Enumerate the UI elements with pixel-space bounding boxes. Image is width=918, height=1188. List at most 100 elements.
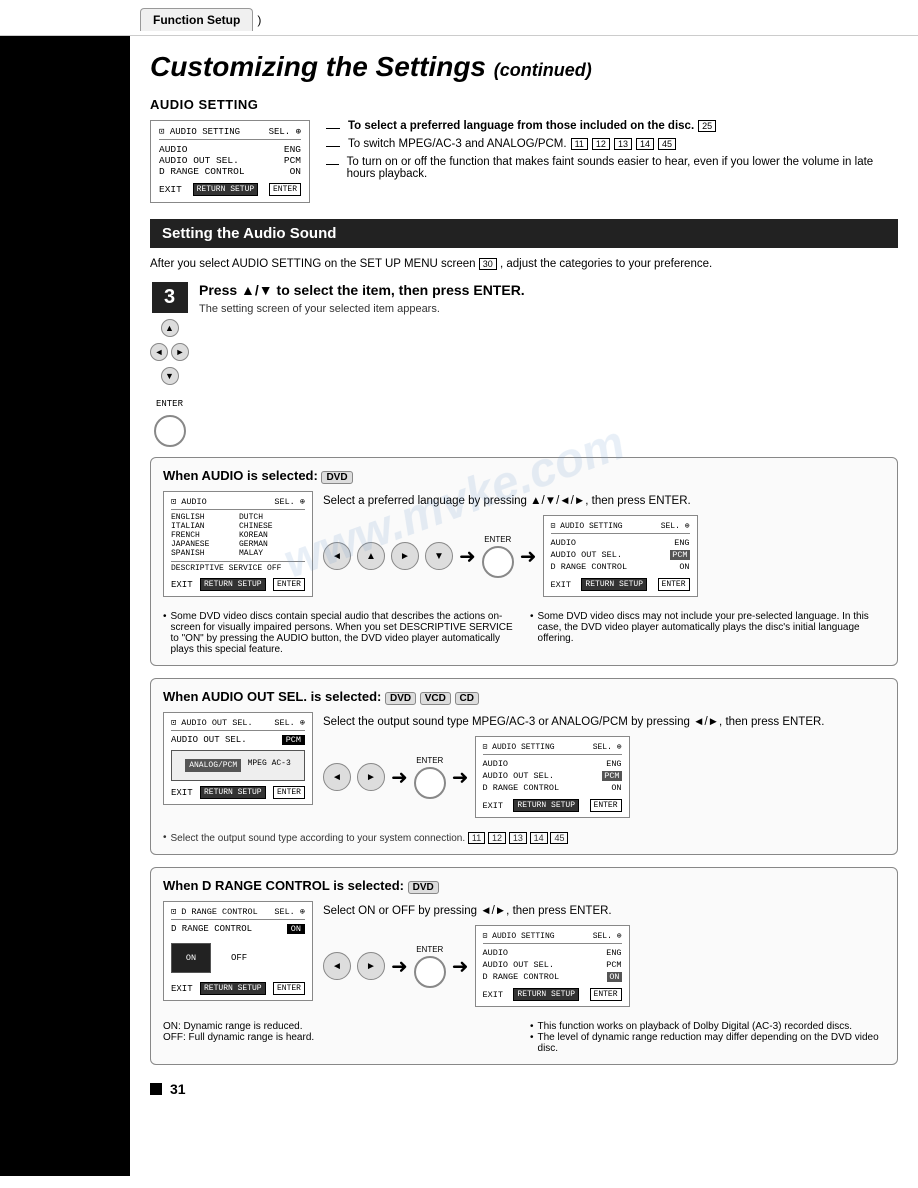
dr-arrow-flow: ◄ ► ➜ ENTER ➜ ⊡ AUDIO SETTING SEL. ⊕	[323, 925, 885, 1007]
language-list: ENGLISH ITALIAN FRENCH JAPANESE SPANISH …	[171, 513, 305, 558]
dr-enter-circle[interactable]	[414, 956, 446, 988]
screen-title-row: ⊡ AUDIO SETTING SEL. ⊕	[159, 127, 301, 140]
step-number-box: 3	[152, 282, 188, 313]
analog-mpeg-box: ANALOG/PCM MPEG AC-3	[171, 750, 305, 781]
enter-btn[interactable]: ENTER	[269, 183, 301, 196]
step-sub: The setting screen of your selected item…	[199, 303, 898, 315]
dr-rs-enter-btn[interactable]: ENTER	[590, 988, 622, 1001]
arrow-flow: ◄ ▲ ► ▼ ➜ ENTER ➜ ⊡ AUDIO SE	[323, 515, 885, 597]
screen-row-audio: AUDIO ENG	[159, 144, 301, 155]
ao-return-btn[interactable]: RETURN SETUP	[200, 786, 266, 799]
dvd-badge-drange: DVD	[408, 881, 439, 894]
ao-exit: EXIT RETURN SETUP ENTER	[171, 786, 305, 799]
nav-right-btn[interactable]: ►	[171, 343, 189, 361]
ao-arrow2: ➜	[452, 765, 469, 790]
when-audio-panel: When AUDIO is selected: DVD ⊡ AUDIO SEL.…	[150, 457, 898, 666]
nav-down-btn[interactable]: ▼	[161, 367, 179, 385]
dr-note-right: • This function works on playback of Dol…	[530, 1021, 885, 1054]
ao-rs-row1: AUDIO ENG	[483, 758, 622, 770]
step-content: Press ▲/▼ to select the item, then press…	[199, 282, 898, 315]
flow-down-btn[interactable]: ▼	[425, 542, 453, 570]
breadcrumb-tab[interactable]: Function Setup	[140, 8, 253, 31]
on-off-row: ON OFF	[171, 939, 305, 977]
dr-rs-title: ⊡ AUDIO SETTING SEL. ⊕	[483, 931, 622, 944]
d-range-instructions: Select ON or OFF by pressing ◄/►, then p…	[323, 901, 885, 1015]
when-audio-title: When AUDIO is selected: DVD	[163, 468, 885, 483]
when-d-range-panel: When D RANGE CONTROL is selected: DVD ⊡ …	[150, 867, 898, 1065]
cd-badge-out: CD	[455, 692, 479, 705]
on-box: ON	[171, 943, 211, 973]
ao-ps-title: ⊡ AUDIO OUT SEL. SEL. ⊕	[171, 718, 305, 731]
dr-note-left: ON: Dynamic range is reduced. OFF: Full …	[163, 1021, 518, 1054]
nav-up-row: ▲	[161, 319, 179, 337]
enter-flow-circle[interactable]	[482, 546, 514, 578]
dr-left-btn[interactable]: ◄	[323, 952, 351, 980]
note-faint: To turn on or off the function that make…	[326, 156, 898, 180]
when-audio-out-title: When AUDIO OUT SEL. is selected: DVD VCD…	[163, 689, 885, 704]
nav-lr-row: ◄ ►	[150, 343, 189, 361]
dr-right-btn[interactable]: ►	[357, 952, 385, 980]
screen-row-drange: D RANGE CONTROL ON	[159, 166, 301, 177]
note-bullet-1: • Some DVD video discs contain special a…	[163, 611, 518, 655]
nav-up-btn[interactable]: ▲	[161, 319, 179, 337]
ao-left-btn[interactable]: ◄	[323, 763, 351, 791]
return-setup-btn-audio[interactable]: RETURN SETUP	[200, 578, 266, 591]
dr-rs-return-btn[interactable]: RETURN SETUP	[513, 988, 579, 1001]
page-number: 31	[150, 1081, 898, 1097]
d-range-notes: ON: Dynamic range is reduced. OFF: Full …	[163, 1021, 885, 1054]
ao-rs-title: ⊡ AUDIO SETTING SEL. ⊕	[483, 742, 622, 755]
ao-right-btn[interactable]: ►	[357, 763, 385, 791]
dr-arrow: ➜	[391, 954, 408, 979]
flow-arrow2: ➜	[520, 544, 537, 569]
overview-notes: To select a preferred language from thos…	[326, 120, 898, 186]
dr-enter-btn[interactable]: ENTER	[273, 982, 305, 995]
dr-rs-exit: EXIT RETURN SETUP ENTER	[483, 988, 622, 1001]
audio-instructions: Select a preferred language by pressing …	[323, 491, 885, 605]
enter-btn-audio[interactable]: ENTER	[273, 578, 305, 591]
return-setup-btn[interactable]: RETURN SETUP	[193, 183, 259, 196]
audio-setting-screen: ⊡ AUDIO SETTING SEL. ⊕ AUDIO ENG AUDIO O…	[150, 120, 310, 203]
nav-left-btn[interactable]: ◄	[150, 343, 168, 361]
audio-out-screen: ⊡ AUDIO OUT SEL. SEL. ⊕ AUDIO OUT SEL. P…	[163, 712, 313, 805]
dr-row1: D RANGE CONTROL ON	[171, 923, 305, 935]
when-d-range-title: When D RANGE CONTROL is selected: DVD	[163, 878, 885, 893]
audio-out-panel-inner: ⊡ AUDIO OUT SEL. SEL. ⊕ AUDIO OUT SEL. P…	[163, 712, 885, 826]
audio-notes: • Some DVD video discs contain special a…	[163, 611, 885, 655]
flow-up-btn[interactable]: ▲	[357, 542, 385, 570]
off-label: OFF	[231, 953, 247, 963]
ao-enter-circle[interactable]	[414, 767, 446, 799]
flow-right-btn[interactable]: ►	[391, 542, 419, 570]
dr-return-btn[interactable]: RETURN SETUP	[200, 982, 266, 995]
rs-return-btn[interactable]: RETURN SETUP	[581, 578, 647, 591]
dvd-badge: DVD	[321, 471, 352, 484]
dr-rs-row3: D RANGE CONTROL ON	[483, 971, 622, 983]
dr-ps-title: ⊡ D RANGE CONTROL SEL. ⊕	[171, 907, 305, 920]
ps-title: ⊡ AUDIO SEL. ⊕	[171, 497, 305, 510]
dr-enter-label: ENTER	[416, 945, 443, 954]
rs-row3: D RANGE CONTROL ON	[551, 561, 690, 573]
ao-note-bullet: • Select the output sound type according…	[163, 832, 885, 844]
note-language: To select a preferred language from thos…	[326, 120, 898, 132]
dvd-badge-out: DVD	[385, 692, 416, 705]
ao-row1: AUDIO OUT SEL. PCM	[171, 734, 305, 746]
dr-note-bullet-2: • The level of dynamic range reduction m…	[530, 1032, 885, 1054]
ao-rs-return-btn[interactable]: RETURN SETUP	[513, 799, 579, 812]
dr-rs-row2: AUDIO OUT SEL. PCM	[483, 959, 622, 971]
audio-out-instructions: Select the output sound type MPEG/AC-3 o…	[323, 712, 885, 826]
ao-enter-btn[interactable]: ENTER	[273, 786, 305, 799]
step-instruction: Press ▲/▼ to select the item, then press…	[199, 282, 898, 298]
when-audio-out-panel: When AUDIO OUT SEL. is selected: DVD VCD…	[150, 678, 898, 855]
left-sidebar	[0, 36, 130, 1176]
analog-inner: ANALOG/PCM MPEG AC-3	[182, 759, 294, 772]
rs-enter-btn[interactable]: ENTER	[658, 578, 690, 591]
setting-audio-sound-header: Setting the Audio Sound	[150, 219, 898, 248]
audio-select-screen: ⊡ AUDIO SEL. ⊕ ENGLISH ITALIAN FRENCH JA…	[163, 491, 313, 597]
enter-circle[interactable]	[154, 415, 186, 447]
ao-arrow-flow: ◄ ► ➜ ENTER ➜ ⊡ AUDIO SETTING SEL. ⊕	[323, 736, 885, 818]
dr-exit: EXIT RETURN SETUP ENTER	[171, 982, 305, 995]
flow-left-btn[interactable]: ◄	[323, 542, 351, 570]
ao-enter-label: ENTER	[416, 756, 443, 765]
ao-rs-enter-btn[interactable]: ENTER	[590, 799, 622, 812]
step-number: 3 ▲ ◄ ► ▼ ENTER	[150, 282, 189, 447]
rs-exit: EXIT RETURN SETUP ENTER	[551, 578, 690, 591]
